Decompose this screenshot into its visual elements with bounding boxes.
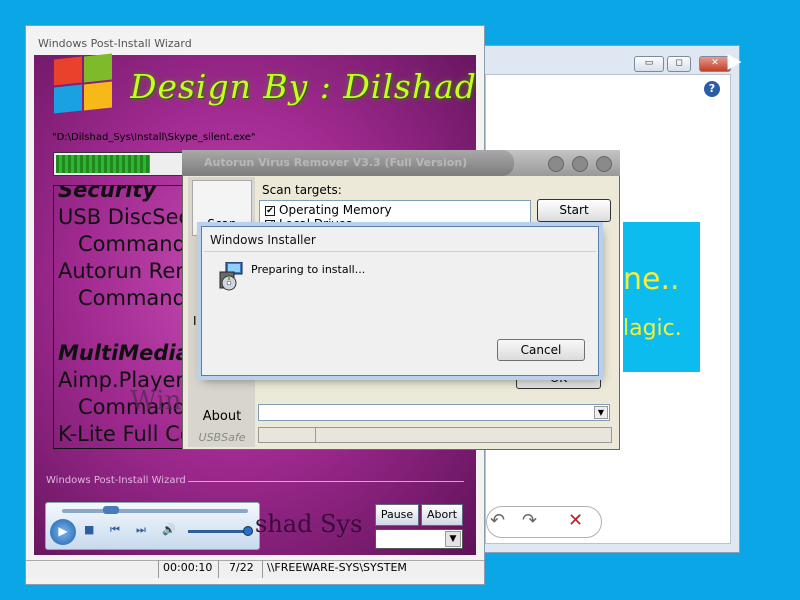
cyan-panel-text-2: lagic. <box>623 316 682 341</box>
list-item[interactable]: Command <box>78 232 186 256</box>
avr-close-button[interactable] <box>596 156 612 172</box>
list-item[interactable]: Command <box>78 286 186 310</box>
maximize-button[interactable]: ◻ <box>667 56 691 72</box>
chevron-down-icon[interactable]: ▼ <box>445 531 461 547</box>
redo-icon[interactable]: ↷ <box>522 506 537 538</box>
chevron-down-icon[interactable]: ▼ <box>594 406 608 419</box>
wizard-title: Windows Post-Install Wizard <box>38 37 192 50</box>
seek-bar[interactable] <box>62 509 248 513</box>
installer-message: Preparing to install... <box>251 263 366 276</box>
status-path: \\FREEWARE-SYS\SYSTEM <box>262 560 407 578</box>
usbsafe-label: USBSafe <box>198 431 246 444</box>
sidebar-letter: I <box>193 314 197 328</box>
undo-icon[interactable]: ↶ <box>490 506 505 538</box>
avr-dropdown[interactable]: ▼ <box>258 404 610 421</box>
checkbox-icon[interactable]: ✔ <box>265 205 275 216</box>
stop-icon[interactable]: ■ <box>84 523 94 536</box>
banner-text: Design By : Dilshad Sys 2 <box>130 67 476 106</box>
command-path: "D:\Dilshad_Sys\Install\Skype_silent.exe… <box>52 132 256 143</box>
nav-close-icon[interactable]: ✕ <box>568 506 583 538</box>
play-button[interactable]: ▶ <box>50 519 76 545</box>
avr-status-bar <box>258 427 612 443</box>
status-time: 00:00:10 <box>158 560 214 578</box>
seek-thumb[interactable] <box>103 506 119 514</box>
wizard-dropdown[interactable]: ▼ <box>375 529 463 549</box>
start-button[interactable]: Start <box>537 199 611 222</box>
volume-icon[interactable]: 🔊 <box>162 523 176 536</box>
previous-icon[interactable]: ⏮ <box>110 523 120 537</box>
installer-icon <box>216 261 244 292</box>
wizard-footer-label: Windows Post-Install Wizard <box>46 475 186 486</box>
tab-about[interactable]: About <box>190 406 254 428</box>
status-count: 7/22 <box>218 560 262 578</box>
install-progress-fill <box>56 155 150 173</box>
cyan-ad-panel <box>623 222 700 372</box>
pause-button[interactable]: Pause <box>375 504 419 526</box>
avr-maximize-button[interactable] <box>572 156 588 172</box>
footer-divider <box>188 481 464 482</box>
abort-button[interactable]: Abort <box>421 504 463 526</box>
volume-slider[interactable] <box>188 530 248 533</box>
scan-targets-label: Scan targets: <box>262 183 342 197</box>
cyan-panel-text-1: ne.. <box>623 262 680 297</box>
target-label: Operating Memory <box>279 203 392 217</box>
avr-status-divider <box>315 427 316 443</box>
player-ghost-text: shad Sys <box>255 510 363 538</box>
installer-title: Windows Installer <box>210 233 316 247</box>
cancel-button[interactable]: Cancel <box>497 339 585 361</box>
list-header: MultiMedia <box>58 341 190 365</box>
windows-logo-icon <box>54 53 114 114</box>
minimize-button[interactable]: ▭ <box>634 56 664 72</box>
target-operating-memory[interactable]: ✔ Operating Memory <box>265 203 392 217</box>
avr-title: Autorun Virus Remover V3.3 (Full Version… <box>182 150 514 176</box>
list-header: Security <box>58 185 157 202</box>
help-icon[interactable]: ? <box>704 81 720 97</box>
next-icon[interactable]: ⏭ <box>136 523 146 537</box>
avr-minimize-button[interactable] <box>548 156 564 172</box>
volume-thumb[interactable] <box>243 526 253 536</box>
install-progress-bar <box>53 152 183 176</box>
